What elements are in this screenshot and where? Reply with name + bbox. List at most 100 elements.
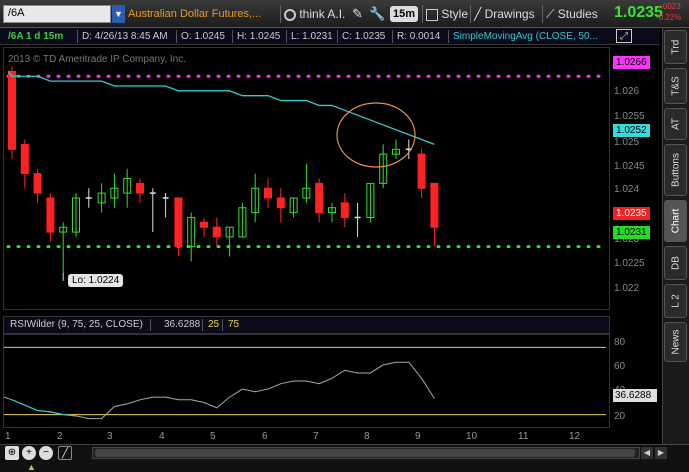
info-divider xyxy=(77,30,78,43)
rsi-divider xyxy=(150,319,151,331)
think-ai-button[interactable]: think A.I. xyxy=(284,4,345,24)
candle-body xyxy=(264,187,272,199)
price-tag-close: 1.0235 xyxy=(613,207,650,220)
price-tick: 1.024 xyxy=(614,184,640,195)
rsi-oversold-segment xyxy=(11,399,77,417)
expand-icon[interactable]: ⤢ xyxy=(616,29,632,43)
info-divider xyxy=(232,30,233,43)
copyright-text: 2013 © TD Ameritrade IP Company, Inc. xyxy=(8,54,187,65)
price-tag-top: 1.0266 xyxy=(613,56,650,69)
info-divider xyxy=(176,30,177,43)
candle-body xyxy=(212,226,221,238)
candle-body xyxy=(8,70,16,150)
candle-body xyxy=(200,221,208,228)
price-tag-sma: 1.0252 xyxy=(613,124,650,137)
style-label: Style xyxy=(441,7,469,21)
rsi-tick: 80 xyxy=(614,337,626,348)
toolbar-divider xyxy=(470,5,471,23)
collapse-arrow-icon[interactable]: ▲ xyxy=(27,462,36,472)
symbol-dropdown-icon[interactable]: ▼ xyxy=(112,5,125,23)
info-study: SimpleMovingAvg (CLOSE, 50... xyxy=(453,31,598,42)
wrench-icon[interactable]: 🔧 xyxy=(369,4,385,24)
rsi-oversold: 25 xyxy=(208,319,220,330)
x-tick: 4 xyxy=(159,431,165,442)
drag-icon[interactable]: ⊕ xyxy=(5,446,19,460)
net-change: -.0023 xyxy=(658,2,681,11)
zoom-in-icon[interactable]: + xyxy=(22,446,36,460)
info-open: O: 1.0245 xyxy=(181,31,225,42)
symbol-input[interactable]: /6A xyxy=(3,5,111,23)
price-tag-bottom: 1.0231 xyxy=(613,226,650,239)
toolbar-divider xyxy=(280,5,281,23)
zoom-out-icon[interactable]: − xyxy=(39,446,53,460)
x-tick: 11 xyxy=(518,431,529,442)
x-tick: 9 xyxy=(415,431,421,442)
x-tick: 3 xyxy=(107,431,113,442)
tab-level-2[interactable]: L 2 xyxy=(664,284,687,318)
x-tick: 10 xyxy=(466,431,478,442)
info-divider xyxy=(392,30,393,43)
style-button[interactable]: Style xyxy=(426,4,468,24)
price-tick: 1.0225 xyxy=(614,258,645,269)
draw-line-icon[interactable]: ╱ xyxy=(58,446,72,460)
toolbar-divider xyxy=(542,5,543,23)
candle-body xyxy=(276,197,285,209)
timeframe-button[interactable]: 15m xyxy=(390,6,418,22)
rsi-divider xyxy=(202,319,203,331)
x-tick: 8 xyxy=(364,431,370,442)
info-date: D: 4/26/13 8:45 AM xyxy=(82,31,168,42)
scrollbar-thumb[interactable] xyxy=(95,449,635,457)
price-tick: 1.0255 xyxy=(614,111,645,122)
rsi-line xyxy=(3,361,435,420)
candle-body xyxy=(20,143,29,175)
rsi-tick: 60 xyxy=(614,361,626,372)
candle-body xyxy=(417,153,426,189)
x-tick: 6 xyxy=(262,431,268,442)
pencil-icon[interactable]: ✎ xyxy=(352,4,363,24)
drawings-label: Drawings xyxy=(484,7,535,21)
studies-icon: ⟋ xyxy=(546,7,555,21)
studies-button[interactable]: ⟋ Studies xyxy=(546,4,598,24)
x-tick: 7 xyxy=(313,431,319,442)
tab-at[interactable]: AT xyxy=(664,108,687,140)
low-label: Lo: 1.0224 xyxy=(68,274,124,287)
tab-chart[interactable]: Chart xyxy=(664,200,687,242)
studies-label: Studies xyxy=(557,7,598,21)
candle-body xyxy=(430,182,439,228)
price-tick: 1.025 xyxy=(614,137,640,148)
info-divider xyxy=(286,30,287,43)
think-ai-label: think A.I. xyxy=(299,7,346,21)
scroll-right-icon[interactable]: ▶ xyxy=(655,447,667,459)
rsi-value: 36.6288 xyxy=(164,319,201,330)
toolbar-divider xyxy=(422,5,423,23)
price-tick: 1.022 xyxy=(614,283,640,294)
rsi-tick: 20 xyxy=(614,411,626,422)
tab-news[interactable]: News xyxy=(664,322,687,362)
price-tick: 1.0245 xyxy=(614,161,645,172)
tab-buttons[interactable]: Buttons xyxy=(664,144,687,196)
candle-body xyxy=(340,202,349,218)
sma-line xyxy=(7,70,435,146)
percent-change: -0.22% xyxy=(656,13,682,22)
x-tick: 1 xyxy=(5,431,11,442)
rsi-chart-svg xyxy=(3,346,606,420)
drawings-button[interactable]: ╱ Drawings xyxy=(474,4,535,24)
tab-trd[interactable]: Trd xyxy=(664,30,687,64)
instrument-description: Australian Dollar Futures,... xyxy=(128,8,262,20)
info-divider xyxy=(448,30,449,43)
x-tick: 5 xyxy=(210,431,216,442)
info-close: C: 1.0235 xyxy=(342,31,386,42)
drawings-icon: ╱ xyxy=(474,7,482,21)
info-divider xyxy=(337,30,338,43)
rsi-divider xyxy=(222,319,223,331)
candle-body xyxy=(174,197,183,248)
scroll-left-icon[interactable]: ◀ xyxy=(641,447,653,459)
think-ai-icon xyxy=(284,8,296,21)
info-high: H: 1.0245 xyxy=(237,31,281,42)
tab-time-and-sales[interactable]: T&S xyxy=(664,68,687,104)
x-tick: 12 xyxy=(569,431,581,442)
rsi-label[interactable]: RSIWilder (9, 75, 25, CLOSE) xyxy=(10,318,143,332)
tab-db[interactable]: DB xyxy=(664,246,687,280)
price-chart-svg xyxy=(6,66,608,281)
rsi-tag: 36.6288 xyxy=(613,389,657,402)
